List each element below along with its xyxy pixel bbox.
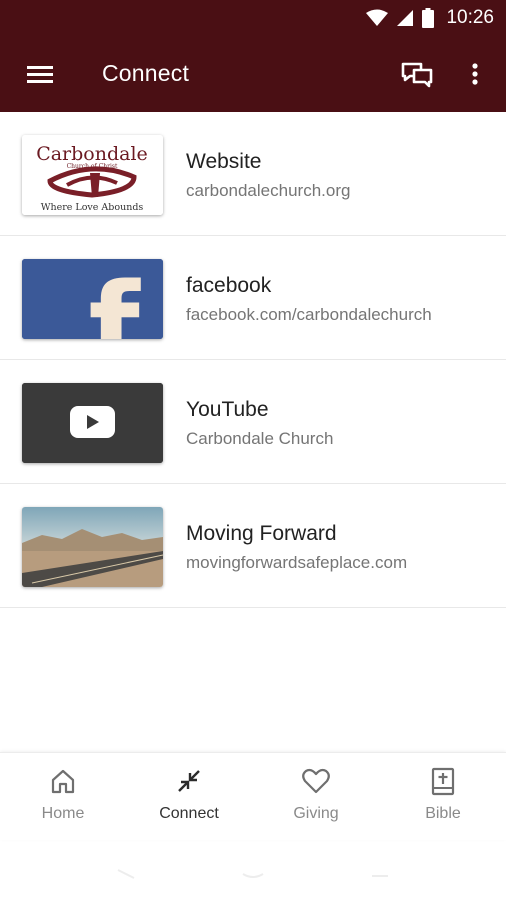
list-item-website[interactable]: Carbondale Church of Christ Where Love A… xyxy=(0,112,506,236)
list-item-youtube[interactable]: YouTube Carbondale Church xyxy=(0,360,506,484)
nav-home[interactable]: Home xyxy=(0,753,126,841)
item-title: Website xyxy=(186,150,262,173)
battery-icon xyxy=(422,8,435,28)
desert-road-image xyxy=(22,507,163,587)
item-title: facebook xyxy=(186,274,272,297)
nav-bible-label: Bible xyxy=(425,805,461,822)
nav-giving-label: Giving xyxy=(293,805,339,822)
page-title: Connect xyxy=(102,60,190,86)
hamburger-menu-icon xyxy=(27,66,53,83)
youtube-play-icon xyxy=(22,383,163,463)
status-bar: 10:26 xyxy=(0,0,506,36)
heart-icon xyxy=(302,768,330,794)
connect-icon xyxy=(178,770,200,792)
item-title: YouTube xyxy=(186,398,269,421)
item-title: Moving Forward xyxy=(186,522,337,545)
nav-giving[interactable]: Giving xyxy=(253,753,379,841)
bottom-navigation: Home Connect Giving Bible xyxy=(0,752,506,840)
app-bar: Connect xyxy=(0,36,506,112)
signal-icon xyxy=(397,10,414,26)
youtube-thumbnail xyxy=(22,383,163,463)
facebook-thumbnail: f xyxy=(22,259,163,339)
nav-home-label: Home xyxy=(41,805,85,822)
chat-bubbles-icon xyxy=(401,62,433,88)
website-logo-tagline: Where Love Abounds xyxy=(41,202,144,213)
connect-screen: 10:26 Connect Carbondale Church of Chris… xyxy=(0,0,506,900)
list-item-facebook[interactable]: f facebook facebook.com/carbondalechurch xyxy=(0,236,506,360)
item-subtitle: Carbondale Church xyxy=(186,429,334,448)
moving-forward-thumbnail xyxy=(22,507,163,587)
system-back-icon[interactable] xyxy=(117,869,135,879)
nav-bible[interactable]: Bible xyxy=(380,753,506,841)
item-subtitle: facebook.com/carbondalechurch xyxy=(186,305,432,324)
website-thumbnail: Carbondale Church of Christ Where Love A… xyxy=(22,135,163,215)
item-subtitle: movingforwardsafeplace.com xyxy=(186,553,408,572)
status-time: 10:26 xyxy=(446,7,494,28)
list-item-moving-forward[interactable]: Moving Forward movingforwardsafeplace.co… xyxy=(0,484,506,608)
chat-button[interactable] xyxy=(398,56,436,92)
system-navigation-bar xyxy=(0,840,506,900)
more-vert-icon xyxy=(472,63,478,85)
website-logo-text: Carbondale xyxy=(36,143,148,165)
connect-list: Carbondale Church of Christ Where Love A… xyxy=(0,112,506,608)
menu-button[interactable] xyxy=(20,56,60,92)
system-home-icon[interactable] xyxy=(242,873,264,878)
item-subtitle: carbondalechurch.org xyxy=(186,181,351,200)
nav-connect-label: Connect xyxy=(159,805,219,822)
wifi-icon xyxy=(366,9,389,26)
more-options-button[interactable] xyxy=(462,56,488,92)
nav-connect[interactable]: Connect xyxy=(126,753,252,841)
bible-icon xyxy=(431,767,455,796)
facebook-logo-letter: f xyxy=(88,259,141,339)
home-icon xyxy=(51,769,75,794)
